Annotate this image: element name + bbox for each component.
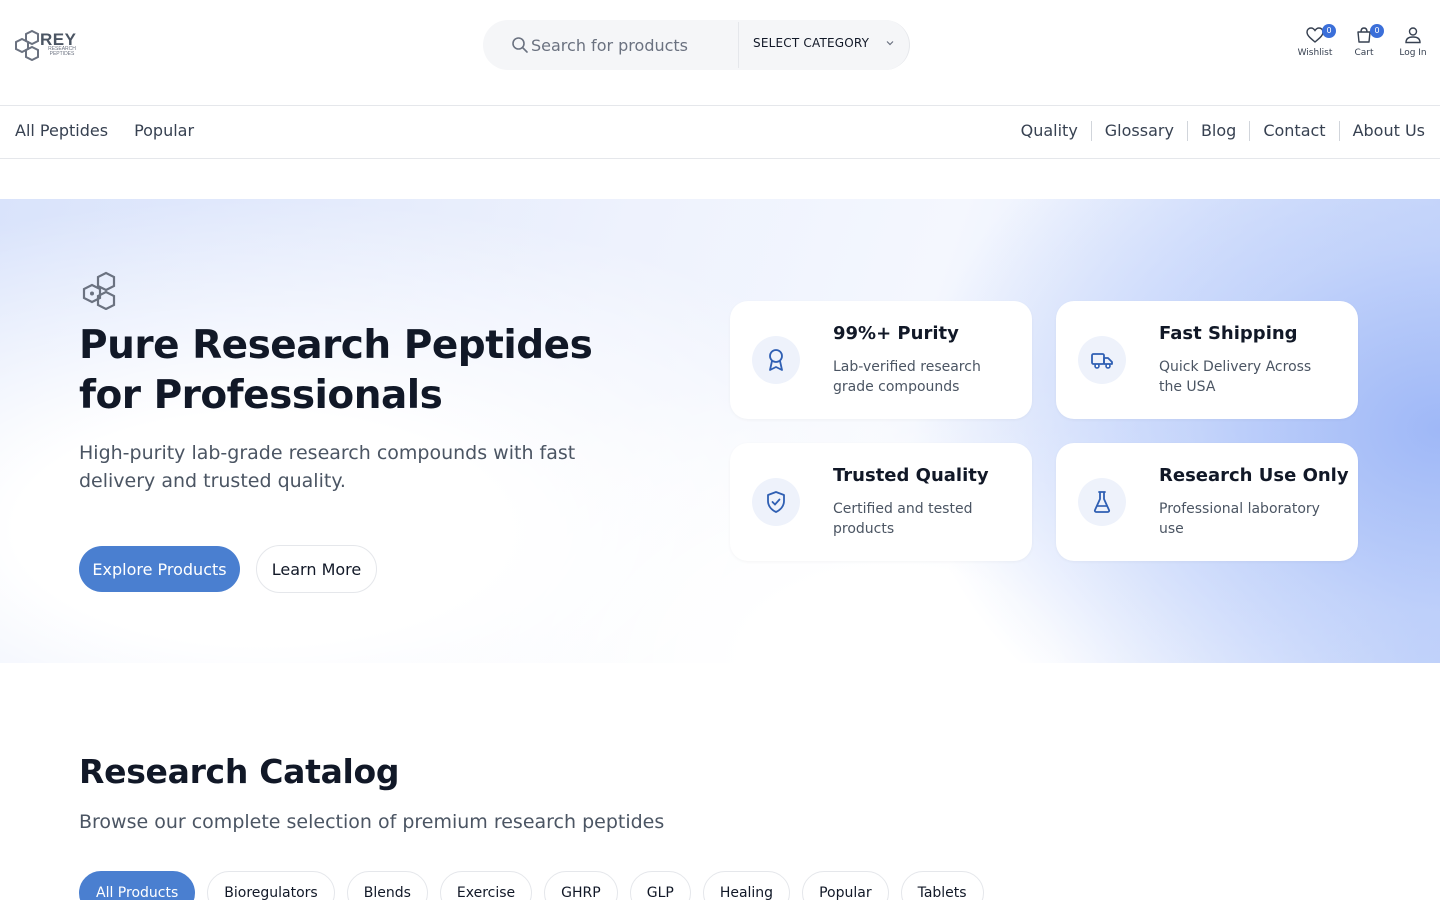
feature-desc: Professional laboratory use <box>1159 501 1320 537</box>
feature-card-shipping: Fast Shipping Quick Delivery Across the … <box>1056 301 1358 419</box>
catalog-subtitle: Browse our complete selection of premium… <box>79 811 665 833</box>
award-icon <box>769 349 783 371</box>
feature-title: Research Use Only <box>1159 465 1349 486</box>
search-input[interactable] <box>531 32 731 58</box>
nav-item-all-peptides[interactable]: All Peptides <box>15 121 108 140</box>
wishlist-count-badge: 0 <box>1322 24 1336 38</box>
feature-title: Fast Shipping <box>1159 323 1298 344</box>
search-bar: SELECT CATEGORY <box>483 20 910 70</box>
chevron-down-icon[interactable] <box>885 38 895 48</box>
feature-desc: Certified and tested products <box>833 501 973 537</box>
feature-card-purity: 99%+ Purity Lab-verified research grade … <box>730 301 1032 419</box>
truck-icon <box>1091 353 1113 369</box>
filter-healing[interactable]: Healing <box>702 871 791 900</box>
feature-card-quality: Trusted Quality Certified and tested pro… <box>730 443 1032 561</box>
user-icon <box>1405 27 1421 44</box>
feature-icon-wrap <box>1078 478 1126 526</box>
explore-products-button[interactable]: Explore Products <box>79 546 240 592</box>
nav-item-blog[interactable]: Blog <box>1186 121 1249 141</box>
logo-molecule-icon <box>15 29 39 61</box>
search-icon <box>512 37 528 53</box>
hero-section: Pure Research Peptides for Professionals… <box>0 199 1440 663</box>
filter-tablets[interactable]: Tablets <box>900 871 984 900</box>
cart-count-badge: 0 <box>1370 24 1384 38</box>
logo-subtitle: RESEARCH PEPTIDES <box>42 47 82 57</box>
search-divider <box>738 22 739 68</box>
main-nav: All Peptides Popular Quality Glossary Bl… <box>0 106 1440 159</box>
login-label: Log In <box>1399 48 1427 58</box>
nav-item-about-us[interactable]: About Us <box>1338 121 1425 141</box>
feature-desc: Lab-verified research grade compounds <box>833 359 981 395</box>
nav-item-glossary[interactable]: Glossary <box>1090 121 1187 141</box>
catalog-filters: All Products Bioregulators Blends Exerci… <box>79 871 984 900</box>
nav-right: Quality Glossary Blog Contact About Us <box>1008 121 1425 141</box>
nav-left: All Peptides Popular <box>15 121 194 140</box>
feature-title: Trusted Quality <box>833 465 989 486</box>
nav-item-contact[interactable]: Contact <box>1249 121 1338 141</box>
brand-logo[interactable]: REY RESEARCH PEPTIDES <box>14 29 84 61</box>
catalog-title: Research Catalog <box>79 752 400 791</box>
filter-popular[interactable]: Popular <box>802 871 889 900</box>
filter-exercise[interactable]: Exercise <box>439 871 533 900</box>
feature-icon-wrap <box>1078 336 1126 384</box>
feature-desc: Quick Delivery Across the USA <box>1159 359 1312 395</box>
molecule-icon <box>82 271 116 310</box>
cart-label: Cart <box>1354 48 1374 58</box>
flask-icon <box>1093 491 1111 513</box>
hero-subtitle: High-purity lab-grade research compounds… <box>79 442 576 492</box>
logo-subtitle-line2: PEPTIDES <box>49 51 75 57</box>
shield-check-icon <box>767 491 785 513</box>
filter-ghrp[interactable]: GHRP <box>544 871 618 900</box>
site-header: REY RESEARCH PEPTIDES SELECT CATEGORY 0 … <box>0 0 1440 106</box>
learn-more-button[interactable]: Learn More <box>256 545 377 593</box>
hero-title: Pure Research Peptides for Professionals <box>79 323 593 418</box>
feature-card-research: Research Use Only Professional laborator… <box>1056 443 1358 561</box>
category-select[interactable]: SELECT CATEGORY <box>753 36 869 50</box>
nav-item-popular[interactable]: Popular <box>134 121 194 140</box>
feature-icon-wrap <box>752 336 800 384</box>
filter-blends[interactable]: Blends <box>346 871 428 900</box>
filter-all-products[interactable]: All Products <box>79 871 196 900</box>
cart-button[interactable]: 0 Cart <box>1350 24 1384 58</box>
login-button[interactable]: Log In <box>1397 26 1429 58</box>
feature-icon-wrap <box>752 478 800 526</box>
nav-item-quality[interactable]: Quality <box>1008 121 1091 141</box>
filter-glp[interactable]: GLP <box>629 871 691 900</box>
wishlist-button[interactable]: 0 Wishlist <box>1296 24 1336 58</box>
filter-bioregulators[interactable]: Bioregulators <box>207 871 335 900</box>
wishlist-label: Wishlist <box>1297 48 1333 58</box>
feature-title: 99%+ Purity <box>833 323 959 344</box>
